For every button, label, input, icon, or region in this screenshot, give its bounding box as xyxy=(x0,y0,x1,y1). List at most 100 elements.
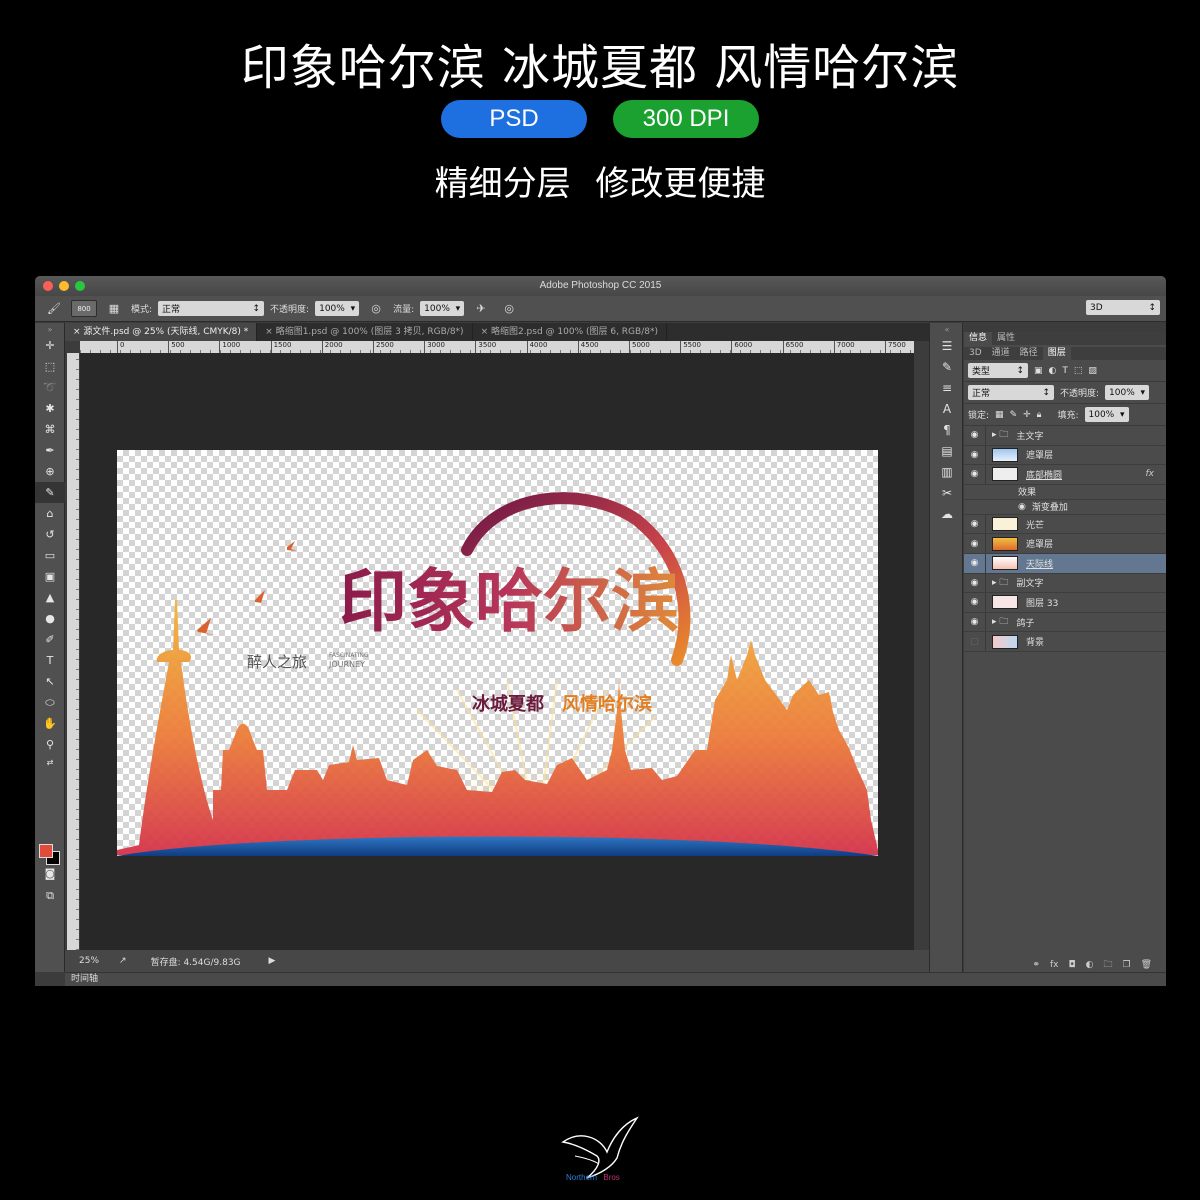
airbrush-icon[interactable]: ✈︎ xyxy=(470,300,492,318)
lock-transparency-icon[interactable]: ▦ xyxy=(995,410,1004,420)
lasso-tool-icon[interactable]: ➰ xyxy=(35,377,65,398)
group-expand-icon[interactable]: ▸ 🗀︎ xyxy=(992,427,1008,443)
swap-colors-icon[interactable]: ⇄ xyxy=(35,755,65,769)
collapse-tools-icon[interactable]: » xyxy=(35,323,65,335)
lock-all-icon[interactable]: 🔒︎ xyxy=(1037,410,1042,420)
timeline-panel-tab[interactable]: 时间轴 xyxy=(65,972,1166,986)
eraser-tool-icon[interactable]: ▭ xyxy=(35,545,65,566)
ellipse-tool-icon[interactable]: ⬭ xyxy=(35,692,65,713)
filter-adjustment-icon[interactable]: ◐ xyxy=(1049,366,1057,376)
path-selection-tool-icon[interactable]: ↖ xyxy=(35,671,65,692)
brush-tool-icon[interactable]: ✎ xyxy=(35,482,65,503)
tab-paths[interactable]: 路径 xyxy=(1015,347,1043,360)
visibility-eye-icon[interactable]: ◉ xyxy=(964,514,986,534)
visibility-eye-icon[interactable]: ◉ xyxy=(964,445,986,465)
layer-row[interactable]: ◉ 天际线 xyxy=(964,553,1166,574)
mode-select[interactable]: 正常 ↕ xyxy=(158,301,265,316)
layer-row[interactable]: ◉ 遮罩层 xyxy=(964,445,1166,466)
crop-tool-icon[interactable]: ⌘ xyxy=(35,419,65,440)
add-mask-icon[interactable]: ◘ xyxy=(1068,960,1075,970)
close-window-button[interactable] xyxy=(43,281,53,291)
link-layers-icon[interactable]: ⚭ xyxy=(1032,960,1040,970)
dodge-tool-icon[interactable]: ● xyxy=(35,608,65,629)
lock-position-icon[interactable]: ✛ xyxy=(1023,410,1031,420)
visibility-eye-icon[interactable]: ◉ xyxy=(964,465,986,484)
fill-input[interactable]: 100% ▾ xyxy=(1084,407,1129,422)
group-expand-icon[interactable]: ▸ 🗀︎ xyxy=(992,614,1008,630)
foreground-color-swatch[interactable] xyxy=(39,844,53,858)
layer-row[interactable]: ◉ 底部椭圆 fx xyxy=(964,465,1166,485)
share-icon[interactable]: ↗ xyxy=(119,956,127,966)
magic-wand-tool-icon[interactable]: ✱ xyxy=(35,398,65,419)
zoom-tool-icon[interactable]: ⚲ xyxy=(35,734,65,755)
tab-3d[interactable]: 3D xyxy=(964,347,987,360)
adjustment-layer-icon[interactable]: ◐ xyxy=(1086,960,1094,970)
lock-pixels-icon[interactable]: ✎ xyxy=(1010,410,1018,420)
move-tool-icon[interactable]: ✛ xyxy=(35,335,65,356)
healing-brush-tool-icon[interactable]: ⊕ xyxy=(35,461,65,482)
type-tool-icon[interactable]: T xyxy=(35,650,65,671)
marquee-tool-icon[interactable]: ⬚ xyxy=(35,356,65,377)
filter-shape-icon[interactable]: ⬚ xyxy=(1074,366,1083,376)
adjustments-panel-icon[interactable]: ≡ xyxy=(930,377,964,398)
new-group-icon[interactable]: 🗀︎ xyxy=(1103,957,1112,973)
zoom-window-button[interactable] xyxy=(75,281,85,291)
screen-mode-icon[interactable]: ⧉ xyxy=(35,885,65,906)
expand-panels-icon[interactable]: « xyxy=(930,323,964,335)
pressure-opacity-icon[interactable]: ◎ xyxy=(365,300,387,318)
paragraph-panel-icon[interactable]: ¶ xyxy=(930,419,964,440)
brush-panel-icon[interactable]: ▦ xyxy=(103,300,125,318)
effect-eye-icon[interactable]: ◉ xyxy=(1018,502,1026,512)
visibility-eye-icon[interactable]: ◉ xyxy=(964,593,986,612)
layer-row[interactable]: ◉ 光芒 xyxy=(964,514,1166,535)
hand-tool-icon[interactable]: ✋ xyxy=(35,713,65,734)
history-brush-tool-icon[interactable]: ↺ xyxy=(35,524,65,545)
visibility-eye-icon[interactable]: ◉ xyxy=(964,426,986,445)
libraries-panel-icon[interactable]: ☁ xyxy=(930,503,964,524)
new-layer-icon[interactable]: ❐ xyxy=(1122,960,1130,970)
brush-tool-preset-icon[interactable]: 🖌︎ xyxy=(43,300,65,318)
brush-preset-panel-icon[interactable]: ✎ xyxy=(930,356,964,377)
layer-effect-item[interactable]: ◉ 渐变叠加 xyxy=(964,500,1166,515)
add-style-icon[interactable]: fx xyxy=(1050,960,1059,970)
visibility-eye-icon[interactable]: ◉ xyxy=(964,612,986,632)
tab-layers[interactable]: 图层 xyxy=(1042,347,1071,360)
tab-info[interactable]: 信息 xyxy=(964,332,993,345)
visibility-eye-icon[interactable]: ◉ xyxy=(964,534,986,553)
layer-effects-row[interactable]: 效果 xyxy=(964,485,1166,500)
horizontal-ruler[interactable]: 0 500 1000 1500 2000 2500 3000 3500 4000 4500 5000… xyxy=(80,341,914,353)
filter-smart-object-icon[interactable]: ▨ xyxy=(1088,366,1097,376)
clone-stamp-tool-icon[interactable]: ⌂ xyxy=(35,503,65,524)
doc-tab[interactable]: × 略缩图1.psd @ 100% (图层 3 拷贝, RGB/8*) xyxy=(257,323,473,341)
filter-pixel-icon[interactable]: ▣ xyxy=(1034,366,1043,376)
zoom-level[interactable]: 25% xyxy=(79,956,99,966)
quick-mask-icon[interactable]: ◙ xyxy=(35,863,65,884)
filter-type-icon[interactable]: T xyxy=(1062,366,1068,376)
document-workspace[interactable]: 印象哈尔滨 冰城夏都 风情哈尔滨 醉人之旅 FASCINATING JOURNE… xyxy=(80,353,914,950)
layer-filter-select[interactable]: 类型 ↕ xyxy=(968,363,1028,378)
blur-tool-icon[interactable]: ▲ xyxy=(35,587,65,608)
brush-size-picker[interactable]: 800 xyxy=(71,300,97,317)
flow-input[interactable]: 100% ▾ xyxy=(420,301,465,316)
trash-icon[interactable]: 🗑︎ xyxy=(1141,960,1152,970)
doc-tab[interactable]: × 略缩图2.psd @ 100% (图层 6, RGB/8*) xyxy=(473,323,667,341)
notes-panel-icon[interactable]: ▥ xyxy=(930,461,964,482)
vertical-ruler[interactable] xyxy=(67,353,79,950)
visibility-eye-icon[interactable]: □ xyxy=(964,632,986,651)
tab-channels[interactable]: 通道 xyxy=(987,347,1015,360)
layer-row[interactable]: □ 背景 xyxy=(964,632,1166,652)
opacity-input[interactable]: 100% ▾ xyxy=(315,301,360,316)
visibility-eye-icon[interactable]: ◉ xyxy=(964,553,986,573)
eyedropper-tool-icon[interactable]: ✒ xyxy=(35,440,65,461)
layer-opacity-input[interactable]: 100% ▾ xyxy=(1105,385,1150,400)
character-panel-icon[interactable]: A xyxy=(930,398,964,419)
pressure-size-icon[interactable]: ◎ xyxy=(498,300,520,318)
fx-icon[interactable]: fx xyxy=(1146,469,1155,479)
doc-tab[interactable]: × 源文件.psd @ 25% (天际线, CMYK/8) * xyxy=(65,323,258,341)
layer-comps-panel-icon[interactable]: ▤ xyxy=(930,440,964,461)
workspace-select[interactable]: 3D ↕ xyxy=(1086,300,1160,315)
gradient-tool-icon[interactable]: ▣ xyxy=(35,566,65,587)
tab-properties[interactable]: 属性 xyxy=(992,332,1020,345)
minimize-window-button[interactable] xyxy=(59,281,69,291)
layer-row[interactable]: ◉ 图层 33 xyxy=(964,593,1166,613)
